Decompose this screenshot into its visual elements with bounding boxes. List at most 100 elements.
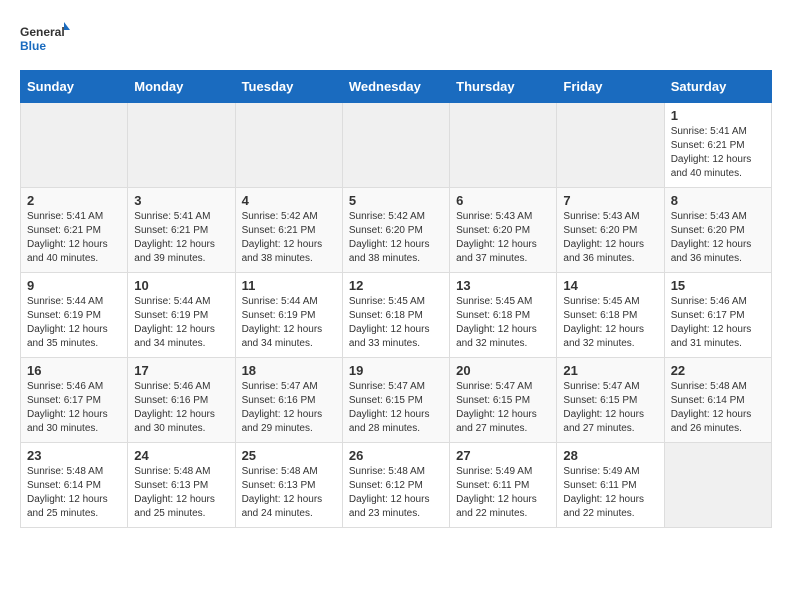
day-cell [557,103,664,188]
day-number: 12 [349,278,443,293]
day-number: 8 [671,193,765,208]
weekday-header-saturday: Saturday [664,71,771,103]
day-info: Sunrise: 5:48 AMSunset: 6:14 PMDaylight:… [27,465,121,521]
day-cell: 21 Sunrise: 5:47 AMSunset: 6:15 PMDayligh… [557,358,664,443]
day-number: 5 [349,193,443,208]
day-info: Sunrise: 5:46 AMSunset: 6:16 PMDaylight:… [134,380,228,436]
day-cell: 3 Sunrise: 5:41 AMSunset: 6:21 PMDaylight… [128,188,235,273]
day-info: Sunrise: 5:48 AMSunset: 6:14 PMDaylight:… [671,380,765,436]
day-cell: 16 Sunrise: 5:46 AMSunset: 6:17 PMDayligh… [21,358,128,443]
logo: General Blue [20,20,70,60]
day-cell: 22 Sunrise: 5:48 AMSunset: 6:14 PMDayligh… [664,358,771,443]
day-info: Sunrise: 5:49 AMSunset: 6:11 PMDaylight:… [563,465,657,521]
day-cell: 18 Sunrise: 5:47 AMSunset: 6:16 PMDayligh… [235,358,342,443]
day-info: Sunrise: 5:46 AMSunset: 6:17 PMDaylight:… [27,380,121,436]
day-number: 16 [27,363,121,378]
day-info: Sunrise: 5:47 AMSunset: 6:15 PMDaylight:… [349,380,443,436]
day-cell: 8 Sunrise: 5:43 AMSunset: 6:20 PMDaylight… [664,188,771,273]
day-number: 25 [242,448,336,463]
day-number: 23 [27,448,121,463]
day-info: Sunrise: 5:47 AMSunset: 6:16 PMDaylight:… [242,380,336,436]
day-number: 7 [563,193,657,208]
day-info: Sunrise: 5:47 AMSunset: 6:15 PMDaylight:… [563,380,657,436]
day-number: 18 [242,363,336,378]
day-info: Sunrise: 5:49 AMSunset: 6:11 PMDaylight:… [456,465,550,521]
day-number: 6 [456,193,550,208]
day-cell: 15 Sunrise: 5:46 AMSunset: 6:17 PMDayligh… [664,273,771,358]
day-info: Sunrise: 5:44 AMSunset: 6:19 PMDaylight:… [134,295,228,351]
day-info: Sunrise: 5:44 AMSunset: 6:19 PMDaylight:… [242,295,336,351]
day-cell: 27 Sunrise: 5:49 AMSunset: 6:11 PMDayligh… [450,443,557,528]
page-header: General Blue [20,20,772,60]
day-info: Sunrise: 5:43 AMSunset: 6:20 PMDaylight:… [456,210,550,266]
day-cell: 23 Sunrise: 5:48 AMSunset: 6:14 PMDayligh… [21,443,128,528]
day-number: 28 [563,448,657,463]
weekday-header-wednesday: Wednesday [342,71,449,103]
day-cell: 17Sunrise: 5:46 AMSunset: 6:16 PMDayligh… [128,358,235,443]
week-row-1: 1 Sunrise: 5:41 AMSunset: 6:21 PMDaylight… [21,103,772,188]
day-number: 10 [134,278,228,293]
day-number: 27 [456,448,550,463]
day-info: Sunrise: 5:45 AMSunset: 6:18 PMDaylight:… [563,295,657,351]
day-info: Sunrise: 5:41 AMSunset: 6:21 PMDaylight:… [134,210,228,266]
weekday-header-thursday: Thursday [450,71,557,103]
weekday-header-monday: Monday [128,71,235,103]
day-info: Sunrise: 5:44 AMSunset: 6:19 PMDaylight:… [27,295,121,351]
day-info: Sunrise: 5:42 AMSunset: 6:20 PMDaylight:… [349,210,443,266]
day-cell: 25 Sunrise: 5:48 AMSunset: 6:13 PMDayligh… [235,443,342,528]
weekday-header-friday: Friday [557,71,664,103]
week-row-2: 2 Sunrise: 5:41 AMSunset: 6:21 PMDaylight… [21,188,772,273]
day-info: Sunrise: 5:45 AMSunset: 6:18 PMDaylight:… [456,295,550,351]
day-cell [235,103,342,188]
day-cell: 4 Sunrise: 5:42 AMSunset: 6:21 PMDaylight… [235,188,342,273]
day-number: 19 [349,363,443,378]
day-number: 4 [242,193,336,208]
day-cell [342,103,449,188]
day-number: 20 [456,363,550,378]
day-info: Sunrise: 5:45 AMSunset: 6:18 PMDaylight:… [349,295,443,351]
day-cell: 7Sunrise: 5:43 AMSunset: 6:20 PMDaylight… [557,188,664,273]
day-number: 21 [563,363,657,378]
day-info: Sunrise: 5:48 AMSunset: 6:13 PMDaylight:… [242,465,336,521]
day-cell: 24 Sunrise: 5:48 AMSunset: 6:13 PMDayligh… [128,443,235,528]
week-row-4: 16 Sunrise: 5:46 AMSunset: 6:17 PMDayligh… [21,358,772,443]
day-cell: 12 Sunrise: 5:45 AMSunset: 6:18 PMDayligh… [342,273,449,358]
day-cell: 11 Sunrise: 5:44 AMSunset: 6:19 PMDayligh… [235,273,342,358]
week-row-3: 9 Sunrise: 5:44 AMSunset: 6:19 PMDaylight… [21,273,772,358]
svg-text:General: General [20,25,65,39]
day-cell: 6 Sunrise: 5:43 AMSunset: 6:20 PMDaylight… [450,188,557,273]
weekday-header-row: SundayMondayTuesdayWednesdayThursdayFrid… [21,71,772,103]
week-row-5: 23 Sunrise: 5:48 AMSunset: 6:14 PMDayligh… [21,443,772,528]
day-cell [664,443,771,528]
weekday-header-tuesday: Tuesday [235,71,342,103]
day-info: Sunrise: 5:41 AMSunset: 6:21 PMDaylight:… [27,210,121,266]
day-info: Sunrise: 5:42 AMSunset: 6:21 PMDaylight:… [242,210,336,266]
day-info: Sunrise: 5:41 AMSunset: 6:21 PMDaylight:… [671,125,765,181]
day-number: 9 [27,278,121,293]
day-cell: 5 Sunrise: 5:42 AMSunset: 6:20 PMDaylight… [342,188,449,273]
day-number: 2 [27,193,121,208]
day-number: 15 [671,278,765,293]
svg-text:Blue: Blue [20,39,46,53]
day-cell: 1 Sunrise: 5:41 AMSunset: 6:21 PMDaylight… [664,103,771,188]
day-info: Sunrise: 5:46 AMSunset: 6:17 PMDaylight:… [671,295,765,351]
day-number: 3 [134,193,228,208]
day-cell: 10 Sunrise: 5:44 AMSunset: 6:19 PMDayligh… [128,273,235,358]
day-cell [128,103,235,188]
day-cell: 20 Sunrise: 5:47 AMSunset: 6:15 PMDayligh… [450,358,557,443]
day-cell: 9 Sunrise: 5:44 AMSunset: 6:19 PMDaylight… [21,273,128,358]
day-info: Sunrise: 5:48 AMSunset: 6:12 PMDaylight:… [349,465,443,521]
day-number: 22 [671,363,765,378]
day-info: Sunrise: 5:47 AMSunset: 6:15 PMDaylight:… [456,380,550,436]
day-number: 13 [456,278,550,293]
day-cell [450,103,557,188]
day-cell: 14 Sunrise: 5:45 AMSunset: 6:18 PMDayligh… [557,273,664,358]
weekday-header-sunday: Sunday [21,71,128,103]
day-info: Sunrise: 5:43 AMSunset: 6:20 PMDaylight:… [671,210,765,266]
day-cell: 26Sunrise: 5:48 AMSunset: 6:12 PMDayligh… [342,443,449,528]
day-info: Sunrise: 5:48 AMSunset: 6:13 PMDaylight:… [134,465,228,521]
day-number: 14 [563,278,657,293]
day-number: 24 [134,448,228,463]
day-number: 11 [242,278,336,293]
day-number: 1 [671,108,765,123]
